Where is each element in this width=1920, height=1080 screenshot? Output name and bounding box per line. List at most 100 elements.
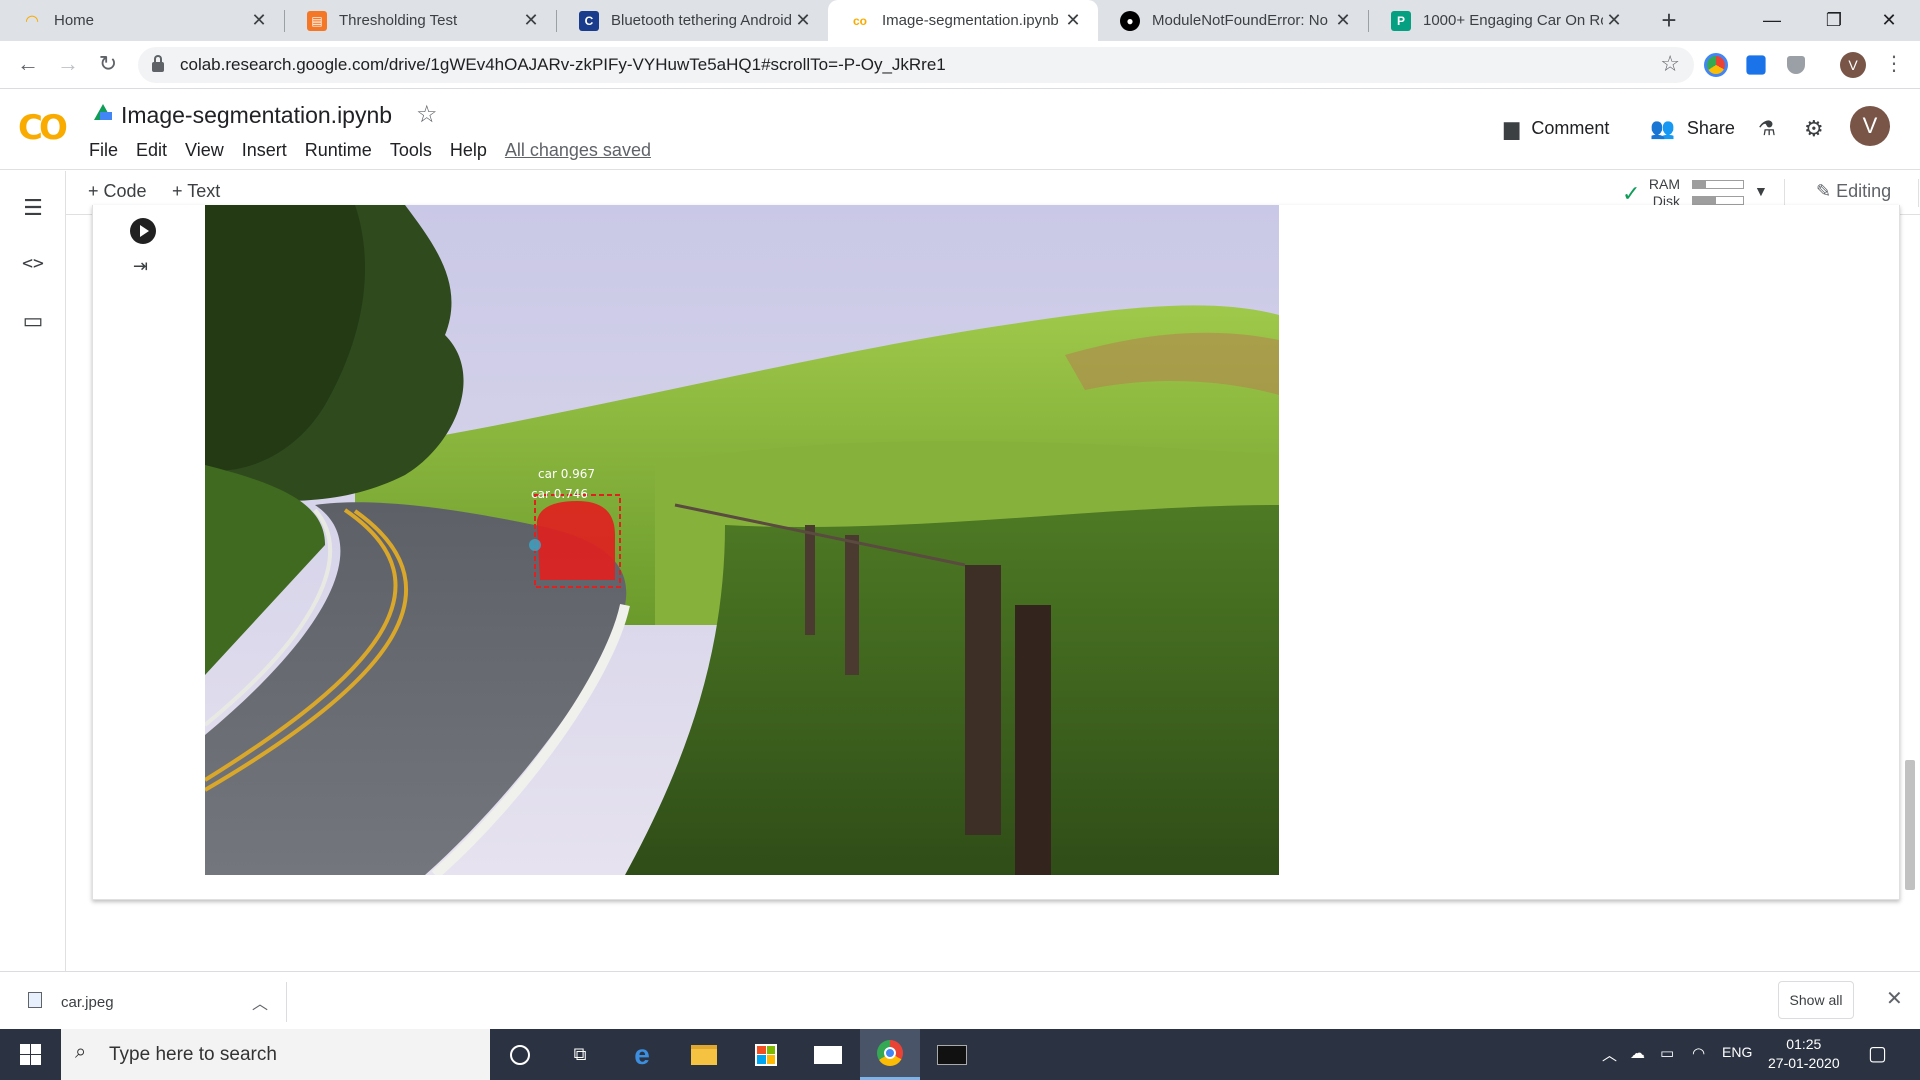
clock-time: 01:25 (1786, 1036, 1822, 1052)
tab-title: Image-segmentation.ipynb - (882, 12, 1062, 29)
close-icon[interactable]: ✕ (792, 10, 814, 31)
code-snippets-icon[interactable]: <> (18, 249, 48, 279)
lock-icon (152, 55, 164, 72)
output-menu-icon[interactable]: ⇥ (133, 256, 148, 277)
close-icon[interactable]: ✕ (248, 10, 270, 31)
profile-avatar[interactable]: V (1840, 52, 1866, 78)
taskbar-search-box[interactable]: ⌕ Type here to search (61, 1029, 490, 1080)
url-bar[interactable]: colab.research.google.com/drive/1gWEv4hO… (138, 47, 1694, 83)
toolbar-divider (1784, 179, 1785, 207)
detection-label: car 0.967 (538, 467, 596, 481)
flask-icon[interactable]: ⚗ (1758, 116, 1788, 141)
clock-date: 27-01-2020 (1768, 1055, 1840, 1071)
run-cell-icon[interactable] (130, 218, 156, 244)
language-indicator[interactable]: ENG (1722, 1044, 1752, 1060)
browser-tab-strip: ◠ Home ✕ ▤ Thresholding Test ✕ C Bluetoo… (0, 0, 1920, 41)
restore-icon[interactable]: ❐ (1803, 0, 1865, 41)
search-placeholder: Type here to search (109, 1043, 277, 1065)
menu-view[interactable]: View (185, 140, 224, 161)
scrollbar-thumb[interactable] (1905, 760, 1915, 890)
minimize-icon[interactable]: — (1741, 0, 1803, 41)
bookmark-star-icon[interactable]: ☆ (1660, 51, 1680, 77)
close-icon[interactable]: ✕ (1332, 10, 1354, 31)
menu-help[interactable]: Help (450, 140, 487, 161)
table-of-contents-icon[interactable]: ☰ (18, 193, 48, 223)
plus-icon: + (172, 181, 183, 201)
menu-file[interactable]: File (89, 140, 118, 161)
close-icon[interactable]: ✕ (520, 10, 542, 31)
tab-car-on-road[interactable]: P 1000+ Engaging Car On Roa ✕ (1369, 0, 1639, 41)
menu-edit[interactable]: Edit (136, 140, 167, 161)
menu-runtime[interactable]: Runtime (305, 140, 372, 161)
jupyter-icon: ▤ (307, 10, 327, 31)
menu-tools[interactable]: Tools (390, 140, 432, 161)
file-explorer-icon[interactable] (674, 1029, 734, 1080)
download-shelf: car.jpeg ︿ Show all ✕ (0, 971, 1920, 1029)
settings-gear-icon[interactable]: ⚙ (1804, 116, 1836, 142)
add-code-label: Code (103, 181, 147, 201)
save-status[interactable]: All changes saved (505, 140, 651, 161)
files-folder-icon[interactable]: ▭ (18, 306, 48, 336)
task-view-icon[interactable]: ⧉ (550, 1029, 610, 1080)
show-hidden-icons-icon[interactable]: ︿ (1602, 1044, 1617, 1065)
show-all-button[interactable]: Show all (1778, 981, 1854, 1019)
cortana-icon[interactable] (490, 1029, 550, 1080)
reload-icon[interactable]: ↻ (94, 51, 122, 79)
tab-image-segmentation[interactable]: co Image-segmentation.ipynb - ✕ (828, 0, 1098, 41)
toolbar-divider (1918, 179, 1919, 207)
onedrive-cloud-icon[interactable]: ☁ (1630, 1044, 1645, 1062)
google-drive-icon (94, 104, 112, 120)
wifi-icon[interactable]: ◠ (1692, 1044, 1705, 1062)
code-cell[interactable]: ⇥ car 0.967 car 0.746 (92, 205, 1900, 900)
add-text-label: Text (187, 181, 221, 201)
new-tab-icon[interactable]: + (1654, 6, 1684, 36)
disk-usage-fill (1693, 197, 1716, 204)
segmentation-output-image: car 0.967 car 0.746 (205, 205, 1279, 875)
system-clock[interactable]: 01:25 27-01-2020 (1768, 1035, 1840, 1073)
star-icon[interactable]: ☆ (416, 100, 438, 129)
tab-bluetooth-tethering[interactable]: C Bluetooth tethering Android ✕ (557, 0, 828, 41)
extension-color-icon[interactable] (1704, 53, 1728, 77)
extension-translate-icon[interactable] (1746, 55, 1766, 75)
close-icon[interactable]: ✕ (1886, 986, 1903, 1011)
tab-modulenotfounderror[interactable]: ● ModuleNotFoundError: No m ✕ (1098, 0, 1368, 41)
tab-thresholding-test[interactable]: ▤ Thresholding Test ✕ (285, 0, 556, 41)
pencil-icon: ✎ (1816, 181, 1832, 201)
menu-insert[interactable]: Insert (242, 140, 287, 161)
add-text-button[interactable]: + Text (172, 181, 220, 202)
ram-usage-fill (1693, 181, 1706, 188)
user-avatar[interactable]: V (1850, 106, 1890, 146)
close-icon[interactable]: ✕ (1603, 10, 1625, 31)
editing-mode-button[interactable]: ✎ Editing (1816, 181, 1891, 202)
colab-logo[interactable]: CO (18, 108, 68, 148)
back-icon[interactable]: ← (14, 51, 42, 79)
close-window-icon[interactable]: ✕ (1858, 0, 1920, 41)
road-landscape-image (205, 205, 1279, 875)
browser-menu-icon[interactable]: ⋮ (1884, 51, 1904, 76)
left-sidebar: ☰ <> ▭ (0, 171, 66, 971)
share-button[interactable]: 👥 Share (1650, 116, 1735, 141)
connected-check-icon: ✓ (1622, 181, 1641, 206)
terminal-icon[interactable] (922, 1029, 982, 1080)
tab-home[interactable]: ◠ Home ✕ (0, 0, 284, 41)
caret-down-icon[interactable]: ▼ (1754, 183, 1768, 199)
people-icon: 👥 (1650, 118, 1675, 140)
mail-icon[interactable] (798, 1029, 858, 1080)
battery-icon[interactable]: ▭ (1660, 1044, 1674, 1062)
chevron-up-icon[interactable]: ︿ (252, 990, 268, 1014)
notifications-icon[interactable]: ▢ (1868, 1041, 1887, 1066)
edge-browser-icon[interactable]: e (612, 1029, 672, 1080)
notebook-title[interactable]: Image-segmentation.ipynb (121, 102, 392, 129)
image-file-icon (28, 992, 42, 1008)
extension-shield-icon[interactable] (1787, 56, 1805, 74)
microsoft-store-icon[interactable] (736, 1029, 796, 1080)
forward-icon[interactable]: → (54, 51, 82, 79)
close-icon[interactable]: ✕ (1062, 10, 1084, 31)
download-file-name[interactable]: car.jpeg (61, 994, 114, 1011)
pexels-icon: P (1391, 10, 1411, 31)
comment-button[interactable]: ▆ Comment (1504, 116, 1609, 141)
chrome-icon[interactable] (860, 1029, 920, 1080)
add-code-button[interactable]: + Code (88, 181, 147, 202)
editing-label: Editing (1836, 181, 1892, 201)
windows-start-icon[interactable] (20, 1044, 41, 1065)
